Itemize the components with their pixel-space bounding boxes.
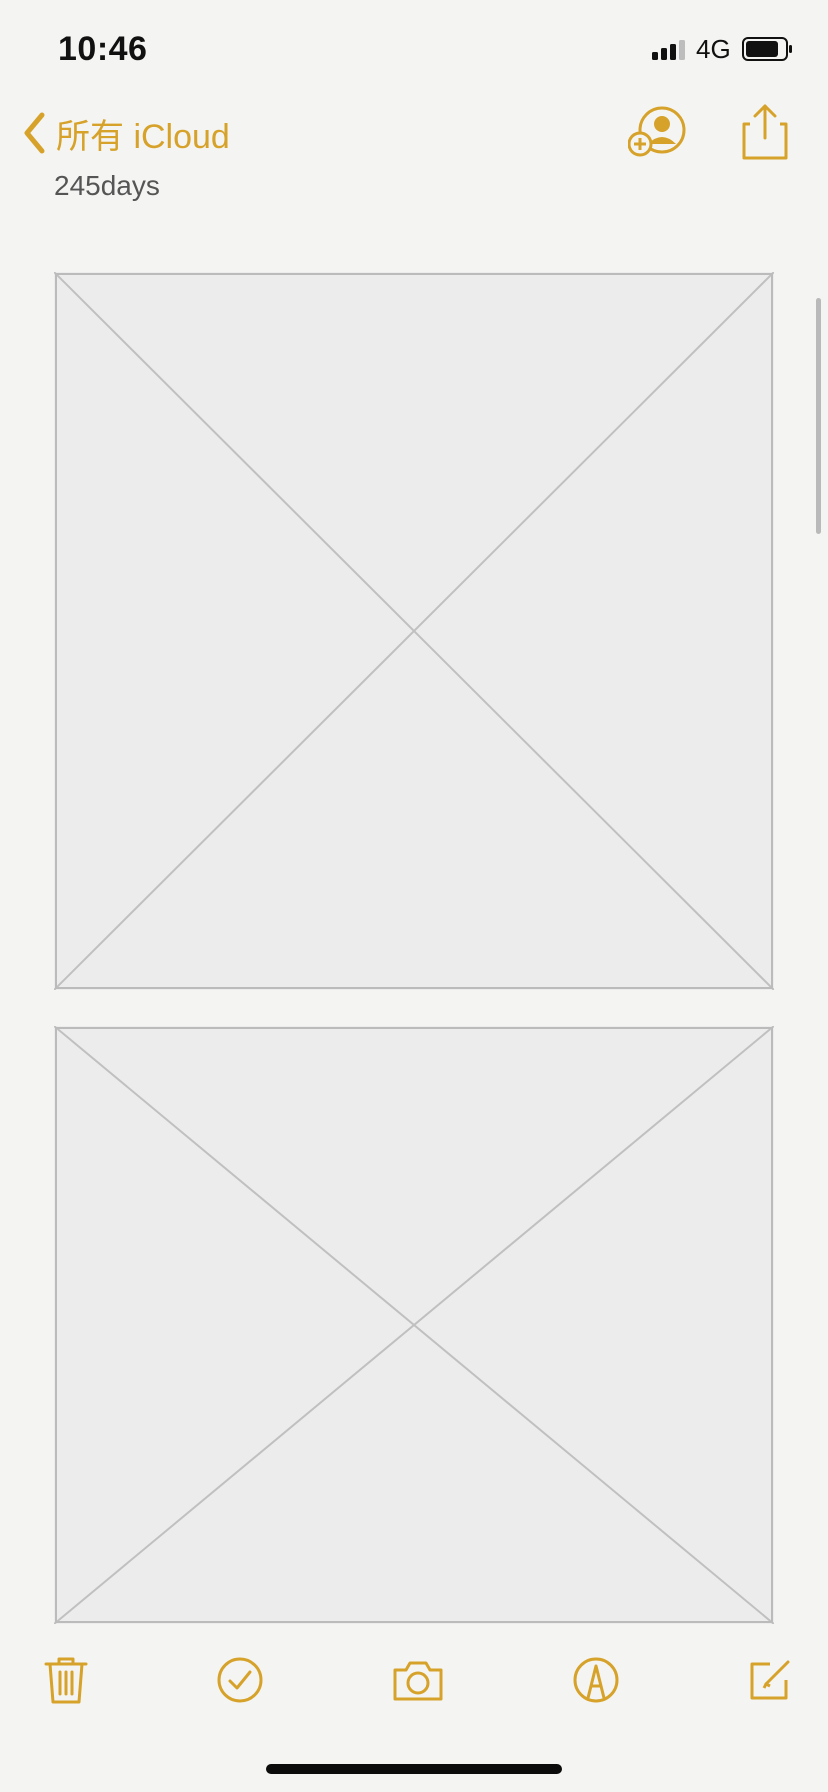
photo-2[interactable]: [54, 1026, 774, 1624]
note-subtitle: 245days: [54, 170, 160, 201]
battery-icon: [742, 37, 792, 61]
home-indicator[interactable]: [266, 1764, 562, 1774]
chevron-left-icon: [24, 112, 45, 154]
checklist-icon[interactable]: [212, 1652, 268, 1708]
signal-icon: [652, 40, 685, 60]
scroll-indicator[interactable]: [816, 298, 821, 534]
network-type: 4G: [696, 34, 731, 64]
photo-placeholder: [54, 1026, 774, 1624]
share-icon[interactable]: [740, 102, 790, 162]
back-label: 所有 iCloud: [56, 117, 230, 156]
status-bar: 10:46 4G: [0, 0, 828, 100]
photo-placeholder: [54, 272, 774, 990]
status-time: 10:46: [58, 30, 148, 68]
photo-1[interactable]: [54, 272, 774, 990]
trash-icon[interactable]: [38, 1652, 94, 1708]
markup-icon[interactable]: [568, 1652, 624, 1708]
camera-icon[interactable]: [390, 1652, 446, 1708]
compose-icon[interactable]: [742, 1652, 798, 1708]
back-button[interactable]: 所有 iCloud: [22, 108, 230, 158]
add-person-icon[interactable]: [628, 106, 688, 158]
